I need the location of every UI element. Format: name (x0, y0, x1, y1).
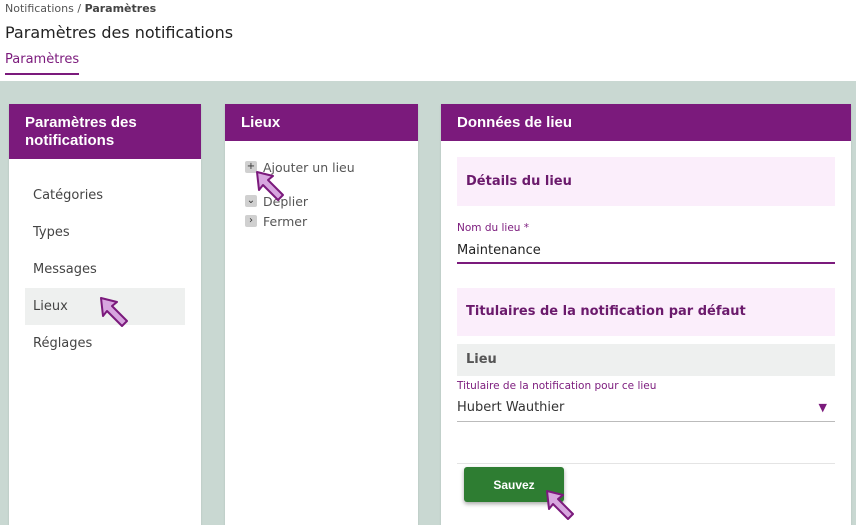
settings-panel: Paramètres des notifications Catégories … (9, 104, 201, 525)
menu-item-lieux[interactable]: Lieux (25, 288, 185, 325)
workspace: Paramètres des notifications Catégories … (0, 81, 856, 525)
breadcrumb-root[interactable]: Notifications (5, 2, 74, 15)
holder-select-value: Hubert Wauthier (457, 400, 565, 415)
places-panel-title: Lieux (225, 104, 418, 141)
default-holders-heading: Titulaires de la notification par défaut (457, 288, 835, 336)
menu-item-reglages[interactable]: Réglages (25, 325, 185, 362)
settings-menu: Catégories Types Messages Lieux Réglages (9, 159, 201, 362)
place-details-heading: Détails du lieu (457, 157, 835, 206)
place-data-panel-title: Données de lieu (441, 104, 851, 141)
add-place-button[interactable]: + Ajouter un lieu (245, 157, 418, 177)
save-button[interactable]: Sauvez (464, 467, 564, 502)
add-place-label: Ajouter un lieu (263, 159, 355, 175)
tab-parametres[interactable]: Paramètres (5, 52, 80, 75)
place-data-panel: Données de lieu Détails du lieu Nom du l… (441, 104, 851, 525)
place-name-label: Nom du lieu * (457, 222, 530, 234)
breadcrumb-separator: / (73, 2, 85, 15)
collapse-label: Fermer (263, 213, 308, 229)
collapse-button[interactable]: › Fermer (245, 211, 418, 231)
dropdown-arrow-icon: ▼ (818, 401, 827, 414)
holder-label: Titulaire de la notification pour ce lie… (457, 380, 657, 392)
holder-select[interactable]: Hubert Wauthier ▼ (457, 396, 835, 422)
chevron-down-icon: ⌄ (245, 195, 257, 207)
place-name-input[interactable] (457, 238, 835, 264)
page-title: Paramètres des notifications (5, 23, 234, 42)
places-panel: Lieux + Ajouter un lieu ⌄ Déplier › Ferm… (225, 104, 418, 525)
place-row-label: Lieu (457, 344, 835, 376)
breadcrumb-current: Paramètres (84, 2, 157, 15)
expand-label: Déplier (263, 193, 309, 209)
chevron-right-icon: › (245, 215, 257, 227)
plus-icon: + (245, 161, 257, 173)
expand-button[interactable]: ⌄ Déplier (245, 191, 418, 211)
menu-item-messages[interactable]: Messages (25, 251, 185, 288)
menu-item-categories[interactable]: Catégories (25, 177, 185, 214)
settings-panel-title: Paramètres des notifications (9, 104, 201, 159)
breadcrumb: Notifications / Paramètres (5, 2, 156, 15)
places-tree: + Ajouter un lieu ⌄ Déplier › Fermer (225, 141, 418, 231)
menu-item-types[interactable]: Types (25, 214, 185, 251)
empty-field (457, 428, 835, 464)
